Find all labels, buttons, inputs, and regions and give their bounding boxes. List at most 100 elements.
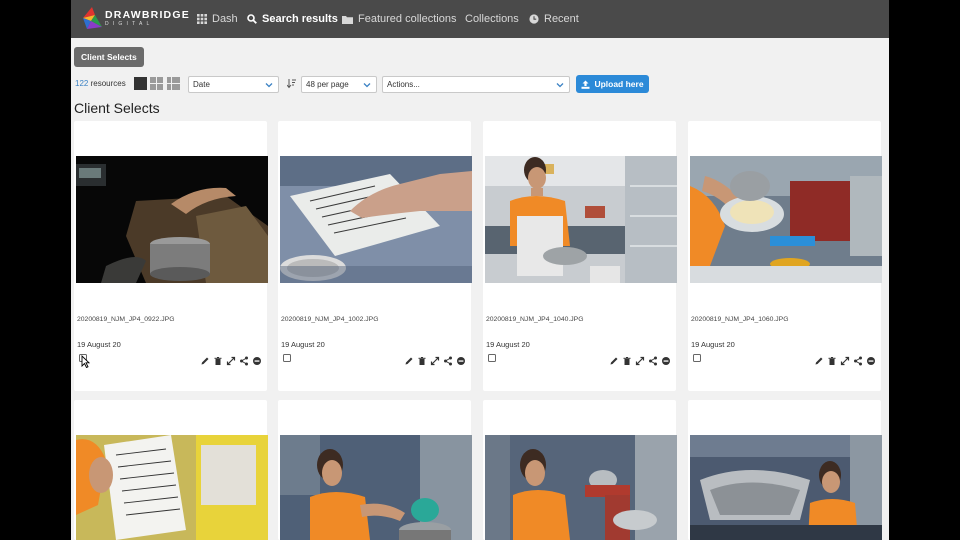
resource-thumbnail[interactable]	[690, 156, 882, 283]
resource-card[interactable]: 20200819_NJM_JP4_0922.JPG 19 August 20	[74, 121, 268, 391]
share-icon[interactable]	[853, 353, 863, 366]
resource-count-number: 122	[75, 79, 89, 88]
expand-icon[interactable]	[226, 353, 236, 366]
kitchen-photo-woman-mixing	[485, 156, 677, 283]
delete-icon[interactable]	[213, 353, 223, 365]
nav-collections[interactable]: Collections	[465, 0, 519, 38]
edit-icon[interactable]	[609, 353, 619, 365]
resource-card[interactable]	[74, 400, 268, 540]
remove-icon[interactable]	[252, 353, 262, 365]
actions-select[interactable]: Actions...	[382, 76, 570, 93]
chevron-down-icon	[363, 83, 371, 88]
resource-date: 19 August 20	[486, 340, 530, 349]
sort-select[interactable]: Date	[188, 76, 279, 93]
resource-count: 122 resources	[75, 79, 126, 88]
nav-search-results[interactable]: Search results	[247, 0, 338, 38]
resource-thumbnail[interactable]	[485, 156, 677, 283]
upload-button[interactable]: Upload here	[576, 75, 649, 93]
kitchen-photo-pot-on-scale	[76, 156, 268, 283]
resource-actions	[609, 353, 671, 366]
share-icon[interactable]	[239, 353, 249, 366]
resource-thumbnail[interactable]	[76, 156, 268, 283]
resource-date: 19 August 20	[691, 340, 735, 349]
remove-icon[interactable]	[456, 353, 466, 365]
small-thumbs-icon	[150, 77, 163, 90]
resource-date: 19 August 20	[77, 340, 121, 349]
share-icon[interactable]	[443, 353, 453, 366]
remove-icon[interactable]	[866, 353, 876, 365]
select-checkbox[interactable]	[488, 354, 496, 362]
resource-thumbnail[interactable]	[485, 435, 677, 540]
chevron-down-icon	[265, 83, 273, 88]
kitchen-photo-recipe-sheet	[76, 435, 268, 540]
nav-featured-collections-label: Featured collections	[358, 13, 457, 25]
select-checkbox[interactable]	[283, 354, 291, 362]
sort-select-value: Date	[193, 80, 210, 89]
resource-card[interactable]: 20200819_NJM_JP4_1060.JPG 19 August 20	[688, 121, 882, 391]
share-icon[interactable]	[648, 353, 658, 366]
kitchen-photo-woman-stirring	[280, 435, 472, 540]
kitchen-photo-woman-lid	[690, 435, 882, 540]
expand-icon[interactable]	[840, 353, 850, 366]
app-window: DRAWBRIDGE DIGITAL Dash Search results F…	[71, 0, 889, 540]
nav-collections-label: Collections	[465, 13, 519, 25]
search-icon	[247, 14, 257, 24]
expand-icon[interactable]	[635, 353, 645, 366]
list-view-icon	[167, 77, 180, 90]
nav-recent-label: Recent	[544, 13, 579, 25]
logo-wordmark: DRAWBRIDGE	[105, 9, 190, 21]
logo-subtitle: DIGITAL	[105, 21, 154, 27]
edit-icon[interactable]	[404, 353, 414, 365]
nav-search-results-label: Search results	[262, 13, 338, 25]
resource-filename: 20200819_NJM_JP4_1002.JPG	[281, 316, 379, 323]
resource-card[interactable]	[278, 400, 472, 540]
nav-featured-collections[interactable]: Featured collections	[342, 0, 456, 38]
delete-icon[interactable]	[417, 353, 427, 365]
resource-card[interactable]	[688, 400, 882, 540]
chevron-down-icon	[556, 83, 564, 88]
drawbridge-logo[interactable]: DRAWBRIDGE DIGITAL	[81, 5, 189, 31]
upload-icon	[581, 80, 590, 89]
logo-mark-icon	[83, 7, 102, 29]
resource-card[interactable]: 20200819_NJM_JP4_1040.JPG 19 August 20	[483, 121, 677, 391]
resource-card[interactable]	[483, 400, 677, 540]
list-view-button[interactable]	[167, 77, 180, 90]
kitchen-photo-woman-mixer	[485, 435, 677, 540]
resource-count-label: resources	[88, 79, 126, 88]
resource-card[interactable]: 20200819_NJM_JP4_1002.JPG 19 August 20	[278, 121, 472, 391]
resource-thumbnail[interactable]	[280, 156, 472, 283]
kitchen-photo-notebook	[280, 156, 472, 283]
expand-icon[interactable]	[430, 353, 440, 366]
select-checkbox[interactable]	[693, 354, 701, 362]
sort-direction-icon[interactable]	[287, 78, 296, 89]
resource-thumbnail[interactable]	[690, 435, 882, 540]
per-page-select[interactable]: 48 per page	[301, 76, 377, 93]
per-page-select-value: 48 per page	[306, 80, 349, 89]
resource-date: 19 August 20	[281, 340, 325, 349]
top-navigation-bar: DRAWBRIDGE DIGITAL Dash Search results F…	[71, 0, 889, 38]
page-title: Client Selects	[74, 100, 160, 116]
grid-icon	[197, 14, 207, 24]
cursor-pointer-icon	[81, 355, 90, 368]
large-thumbs-view-button[interactable]	[134, 77, 147, 90]
collection-chip[interactable]: Client Selects	[74, 47, 144, 67]
remove-icon[interactable]	[661, 353, 671, 365]
large-thumbs-icon	[134, 77, 147, 90]
delete-icon[interactable]	[827, 353, 837, 365]
resource-actions	[814, 353, 876, 366]
folder-icon	[342, 15, 353, 24]
edit-icon[interactable]	[200, 353, 210, 365]
resource-actions	[200, 353, 262, 366]
resource-filename: 20200819_NJM_JP4_1040.JPG	[486, 316, 584, 323]
kitchen-photo-dough-bowl	[690, 156, 882, 283]
nav-dash[interactable]: Dash	[197, 0, 238, 38]
resource-thumbnail[interactable]	[280, 435, 472, 540]
upload-button-label: Upload here	[594, 79, 644, 89]
edit-icon[interactable]	[814, 353, 824, 365]
delete-icon[interactable]	[622, 353, 632, 365]
actions-select-value: Actions...	[387, 80, 420, 89]
resource-thumbnail[interactable]	[76, 435, 268, 540]
small-thumbs-view-button[interactable]	[150, 77, 163, 90]
clock-icon	[529, 14, 539, 24]
nav-recent[interactable]: Recent	[529, 0, 579, 38]
